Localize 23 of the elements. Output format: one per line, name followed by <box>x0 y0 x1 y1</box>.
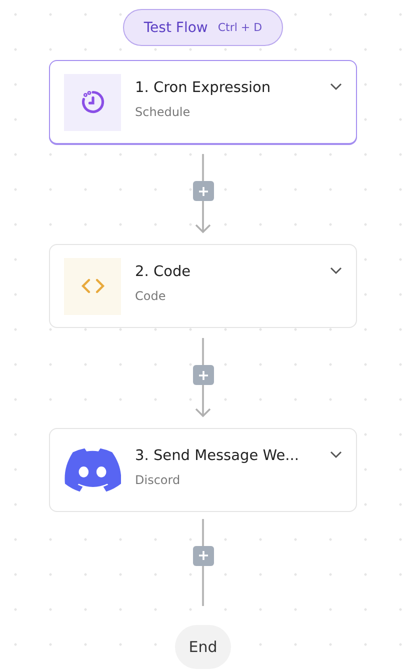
code-icon <box>80 278 104 294</box>
chevron-down-icon[interactable] <box>330 451 342 459</box>
chevron-down-icon[interactable] <box>330 267 342 275</box>
step-title: 1. Cron Expression <box>135 80 272 96</box>
arrow-down-icon <box>195 385 211 418</box>
step-title: 3. Send Message We... <box>135 448 300 464</box>
end-node: End <box>175 625 231 669</box>
timer-icon <box>80 89 106 115</box>
game-controller-icon <box>64 448 121 492</box>
step-subtitle: Code <box>135 289 167 303</box>
test-flow-button[interactable]: Test Flow Ctrl + D <box>122 9 284 46</box>
step-subtitle: Discord <box>135 473 182 487</box>
step-card[interactable]: 1. Cron Expression Schedule <box>49 60 357 144</box>
step-card[interactable]: 2. Code Code <box>49 244 357 328</box>
step-card[interactable]: 3. Send Message We... Discord <box>49 428 357 512</box>
shortcut-hint: Ctrl + D <box>218 21 262 34</box>
plus-icon <box>198 550 208 561</box>
chevron-down-icon[interactable] <box>330 83 342 91</box>
plus-icon <box>198 370 208 380</box>
arrow-down-icon <box>195 201 211 234</box>
step-subtitle: Schedule <box>135 105 192 119</box>
plus-icon <box>198 186 208 196</box>
step-title: 2. Code <box>135 264 192 280</box>
